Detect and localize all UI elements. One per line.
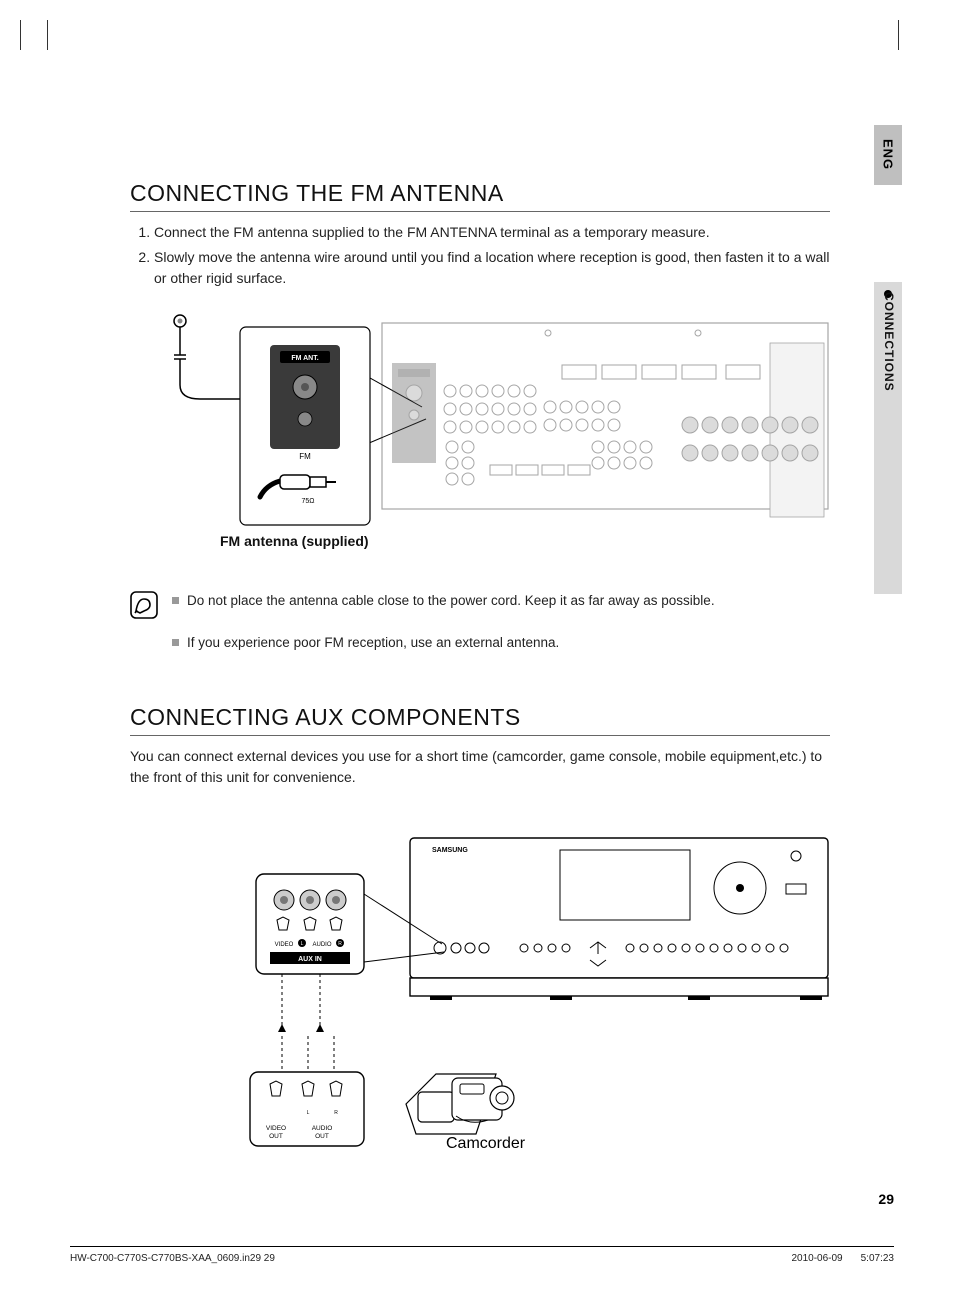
note-icon [130,591,158,619]
figure1-caption: FM antenna (supplied) [220,533,830,549]
step-1: Connect the FM antenna supplied to the F… [154,222,830,243]
language-tab-label: ENG [881,139,896,170]
fig1-ohm-label: 75Ω [301,498,314,505]
bullet-square-icon [172,597,179,604]
language-tab: ENG [874,125,902,185]
crop-mark-tr [898,20,899,50]
step-2: Slowly move the antenna wire around unti… [154,247,830,289]
svg-text:R: R [334,1110,338,1116]
note-list: Do not place the antenna cable close to … [172,591,715,676]
svg-text:L: L [301,941,304,947]
fig1-fmant-label: FM ANT. [291,355,318,362]
fig2-brand: SAMSUNG [432,847,468,854]
section-tab-label: CONNECTIONS [882,292,896,392]
footer-left: HW-C700-C770S-C770BS-XAA_0609.in29 29 [70,1253,275,1264]
section2-intro: You can connect external devices you use… [130,746,830,788]
footer-time: 5:07:23 [861,1253,894,1264]
fig2-auxin-label: AUX IN [298,956,322,963]
footer: HW-C700-C770S-C770BS-XAA_0609.in29 29 20… [70,1246,894,1264]
fig2-video-label: VIDEO [275,942,294,948]
fig1-fm-label: FM [299,452,311,461]
page-number: 29 [878,1191,894,1207]
section1-steps: Connect the FM antenna supplied to the F… [130,222,830,289]
fig2-camcorder-label: Camcorder [446,1135,526,1152]
figure-aux: SAMSUNG [130,828,830,1178]
svg-text:R: R [338,941,342,947]
footer-date: 2010-06-09 [791,1253,842,1264]
section2-title: CONNECTING AUX COMPONENTS [130,704,830,736]
svg-text:L: L [307,1110,310,1116]
figure-fm-antenna: FM ANT. FM 75Ω [130,307,830,549]
note-2: If you experience poor FM reception, use… [172,633,715,653]
fig2-audio-label: AUDIO [312,942,331,948]
bullet-square-icon [172,639,179,646]
crop-mark-tl [20,20,50,50]
note-1: Do not place the antenna cable close to … [172,591,715,611]
section1-title: CONNECTING THE FM ANTENNA [130,180,830,212]
